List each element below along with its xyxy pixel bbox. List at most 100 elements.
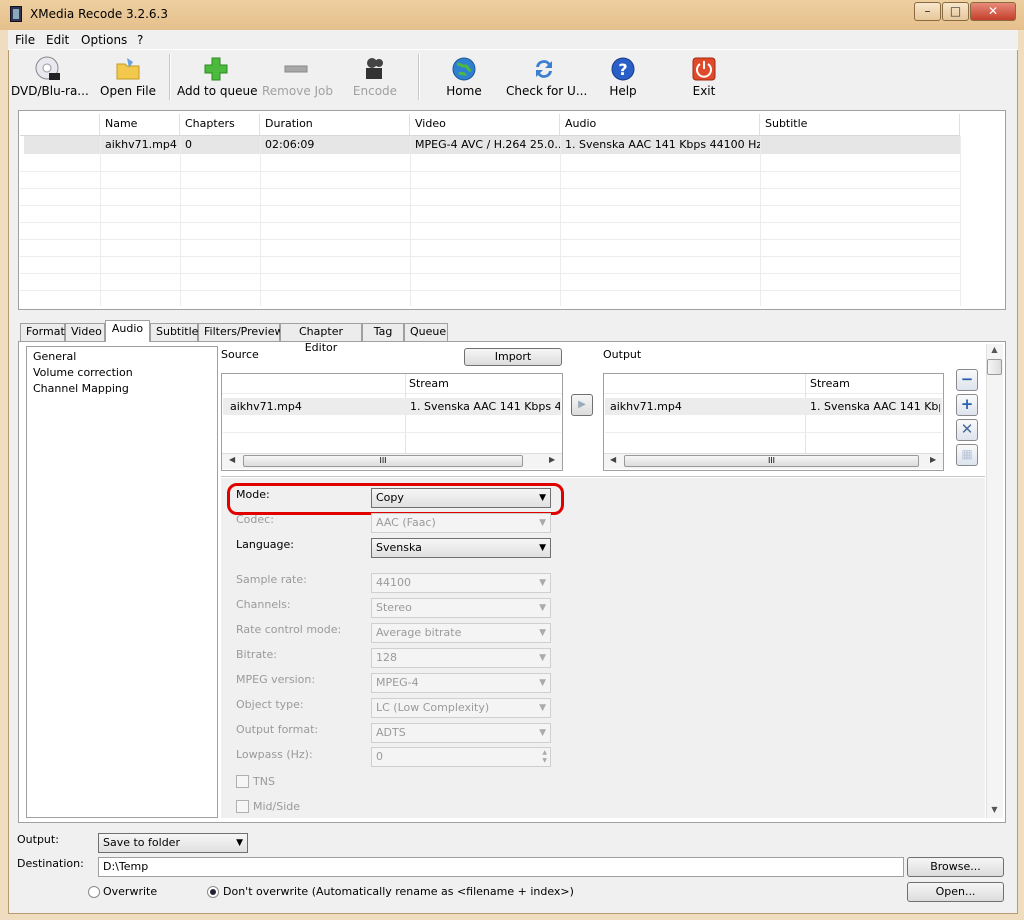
window-title: XMedia Recode 3.2.6.3: [30, 7, 168, 21]
minus-icon: [284, 65, 308, 73]
minimize-button[interactable]: –: [914, 2, 941, 21]
column-header-audio[interactable]: Audio: [560, 114, 760, 136]
lowpass-spinner[interactable]: 0 ▲ ▼: [371, 747, 551, 767]
mpeg-version-select[interactable]: MPEG-4 ▼: [371, 673, 551, 693]
column-header-subtitle[interactable]: Subtitle: [760, 114, 960, 136]
chevron-down-icon: ▼: [236, 838, 243, 848]
chevron-down-icon: ▼: [539, 543, 546, 553]
power-icon: [692, 57, 716, 81]
encode-button[interactable]: Encode: [350, 52, 400, 104]
codec-value: AAC (Faac): [376, 516, 436, 529]
add-to-queue-button[interactable]: Add to queue: [177, 52, 258, 104]
language-select[interactable]: Svenska ▼: [371, 538, 551, 558]
scroll-thumb[interactable]: III: [624, 455, 919, 467]
menu-bar: [8, 30, 1018, 50]
destination-input[interactable]: D:\Temp: [98, 857, 904, 877]
nav-item-channel-mapping[interactable]: Channel Mapping: [33, 382, 129, 395]
menu-options[interactable]: Options: [81, 33, 127, 47]
import-button[interactable]: Import: [464, 348, 562, 366]
output-format-select[interactable]: ADTS ▼: [371, 723, 551, 743]
tns-checkbox[interactable]: [236, 775, 249, 788]
output-select[interactable]: Save to folder ▼: [98, 833, 248, 853]
menu-file[interactable]: File: [15, 33, 35, 47]
scroll-thumb[interactable]: III: [243, 455, 523, 467]
home-button[interactable]: Home: [444, 52, 484, 104]
spinner-arrows-icon: ▲ ▼: [542, 749, 547, 764]
scroll-thumb[interactable]: [987, 359, 1002, 375]
minus-icon: −: [960, 370, 974, 388]
scroll-right-arrow[interactable]: ▶: [549, 455, 555, 464]
exit-button[interactable]: Exit: [686, 52, 722, 104]
add-stream-button[interactable]: +: [956, 394, 978, 416]
remove-job-button[interactable]: Remove Job: [262, 52, 333, 104]
tab-subtitle[interactable]: Subtitle: [150, 323, 198, 341]
audio-nav-list: [26, 346, 218, 818]
channels-select[interactable]: Stereo ▼: [371, 598, 551, 618]
grid-line: [20, 188, 960, 189]
column-header-duration[interactable]: Duration: [260, 114, 410, 136]
object-type-select[interactable]: LC (Low Complexity) ▼: [371, 698, 551, 718]
grid-line: [180, 136, 181, 306]
grid-line: [410, 136, 411, 306]
nav-item-general[interactable]: General: [33, 350, 76, 363]
scroll-up-arrow[interactable]: ▲: [987, 345, 1002, 354]
check-update-button[interactable]: Check for U...: [506, 52, 587, 104]
arrow-right-icon: ▶: [578, 399, 586, 410]
overwrite-radio[interactable]: [88, 886, 100, 898]
language-value: Svenska: [376, 541, 422, 554]
help-button[interactable]: ? Help: [604, 52, 642, 104]
grid-line: [760, 136, 761, 306]
mid-side-checkbox[interactable]: [236, 800, 249, 813]
rate-control-select[interactable]: Average bitrate ▼: [371, 623, 551, 643]
scroll-left-arrow[interactable]: ◀: [229, 455, 235, 464]
scroll-left-arrow[interactable]: ◀: [610, 455, 616, 464]
lowpass-label: Lowpass (Hz):: [236, 748, 313, 761]
tab-video[interactable]: Video: [65, 323, 105, 341]
open-button[interactable]: Open...: [907, 882, 1004, 902]
channels-value: Stereo: [376, 601, 412, 614]
tab-audio[interactable]: Audio: [105, 320, 150, 342]
tab-chapter-editor[interactable]: Chapter Editor: [280, 323, 362, 354]
column-header-chapters[interactable]: Chapters: [180, 114, 260, 136]
sample-rate-value: 44100: [376, 576, 411, 589]
bitrate-select[interactable]: 128 ▼: [371, 648, 551, 668]
source-stream-header: Stream: [222, 374, 562, 394]
chevron-down-icon: ▼: [539, 653, 546, 663]
scroll-down-arrow[interactable]: ▼: [987, 805, 1002, 814]
tab-tag[interactable]: Tag: [362, 323, 404, 341]
nav-item-volume-correction[interactable]: Volume correction: [33, 366, 133, 379]
toolbar-separator: [418, 54, 420, 100]
scroll-right-arrow[interactable]: ▶: [930, 455, 936, 464]
column-header-blank: [20, 114, 100, 136]
tab-queue[interactable]: Queue: [404, 323, 448, 341]
menu-edit[interactable]: Edit: [46, 33, 69, 47]
output-file-cell: aikhv71.mp4: [610, 400, 682, 413]
browse-button[interactable]: Browse...: [907, 857, 1004, 877]
menu-help[interactable]: ?: [137, 33, 143, 47]
column-header-video[interactable]: Video: [410, 114, 560, 136]
remove-stream-button[interactable]: −: [956, 369, 978, 391]
dvd-bluray-button[interactable]: DVD/Blu-ra...: [11, 52, 89, 104]
object-type-label: Object type:: [236, 698, 304, 711]
bitrate-label: Bitrate:: [236, 648, 277, 661]
open-file-button[interactable]: Open File: [99, 52, 157, 104]
cell-video: MPEG-4 AVC / H.264 25.0...: [415, 138, 560, 151]
output-panel-label: Output: [603, 348, 642, 361]
transfer-stream-button[interactable]: ▶: [571, 394, 593, 416]
maximize-button[interactable]: □: [942, 2, 969, 21]
delete-stream-button[interactable]: ✕: [956, 419, 978, 441]
grid-line: [960, 136, 961, 306]
column-header-name[interactable]: Name: [100, 114, 180, 136]
panel-scrollbar[interactable]: [986, 344, 1003, 818]
chevron-down-icon: ▼: [539, 603, 546, 613]
app-icon: [10, 6, 22, 22]
codec-select[interactable]: AAC (Faac) ▼: [371, 513, 551, 533]
close-button[interactable]: ✕: [970, 2, 1016, 21]
grid-stream-button[interactable]: ▦: [956, 444, 978, 466]
grid-line: [260, 136, 261, 306]
sample-rate-select[interactable]: 44100 ▼: [371, 573, 551, 593]
tab-filters-preview[interactable]: Filters/Preview: [198, 323, 284, 341]
dont-overwrite-radio[interactable]: [207, 886, 219, 898]
chevron-down-icon: ▼: [539, 628, 546, 638]
tab-format[interactable]: Format: [20, 323, 65, 341]
